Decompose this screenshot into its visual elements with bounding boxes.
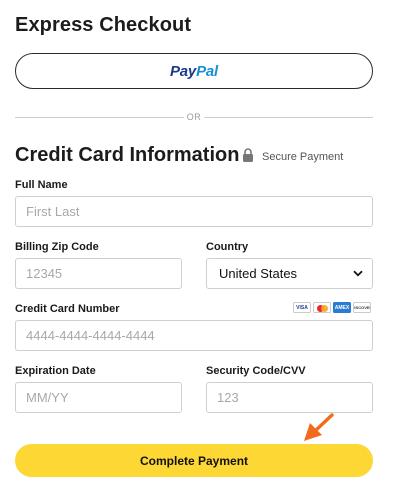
billing-zip-label: Billing Zip Code xyxy=(15,241,99,253)
expiration-input[interactable] xyxy=(15,382,182,413)
card-logos: VISA AMEX DISCOVER xyxy=(293,302,371,313)
billing-zip-input[interactable] xyxy=(15,258,182,289)
divider-line-left xyxy=(15,116,184,118)
complete-payment-button[interactable]: Complete Payment xyxy=(15,444,373,477)
annotation-arrow-icon xyxy=(304,413,334,441)
secure-payment-text: Secure Payment xyxy=(262,151,344,163)
paypal-button[interactable]: PayPal xyxy=(15,53,373,89)
or-divider-text: OR xyxy=(186,112,202,122)
discover-logo: DISCOVER xyxy=(353,302,371,313)
card-number-label: Credit Card Number xyxy=(15,303,120,315)
or-divider: OR xyxy=(15,110,373,124)
paypal-logo: PayPal xyxy=(170,63,218,80)
full-name-input[interactable] xyxy=(15,196,373,227)
paypal-logo-pal: Pal xyxy=(196,62,218,80)
express-checkout-title: Express Checkout xyxy=(15,14,192,36)
expiration-label: Expiration Date xyxy=(15,365,96,377)
card-number-input[interactable] xyxy=(15,320,373,351)
divider-line-right xyxy=(204,116,373,118)
chevron-down-icon xyxy=(353,270,363,277)
paypal-logo-pay: Pay xyxy=(169,62,197,80)
visa-logo: VISA xyxy=(293,302,311,313)
cvv-label: Security Code/CVV xyxy=(206,365,306,377)
lock-icon xyxy=(243,148,253,162)
country-select[interactable]: United States xyxy=(206,258,373,289)
credit-card-title: Credit Card Information xyxy=(15,144,240,166)
full-name-label: Full Name xyxy=(15,179,68,191)
country-label: Country xyxy=(206,241,249,253)
cvv-input[interactable] xyxy=(206,382,373,413)
country-select-value: United States xyxy=(219,266,298,281)
mastercard-logo xyxy=(313,302,331,313)
amex-logo: AMEX xyxy=(333,302,351,313)
